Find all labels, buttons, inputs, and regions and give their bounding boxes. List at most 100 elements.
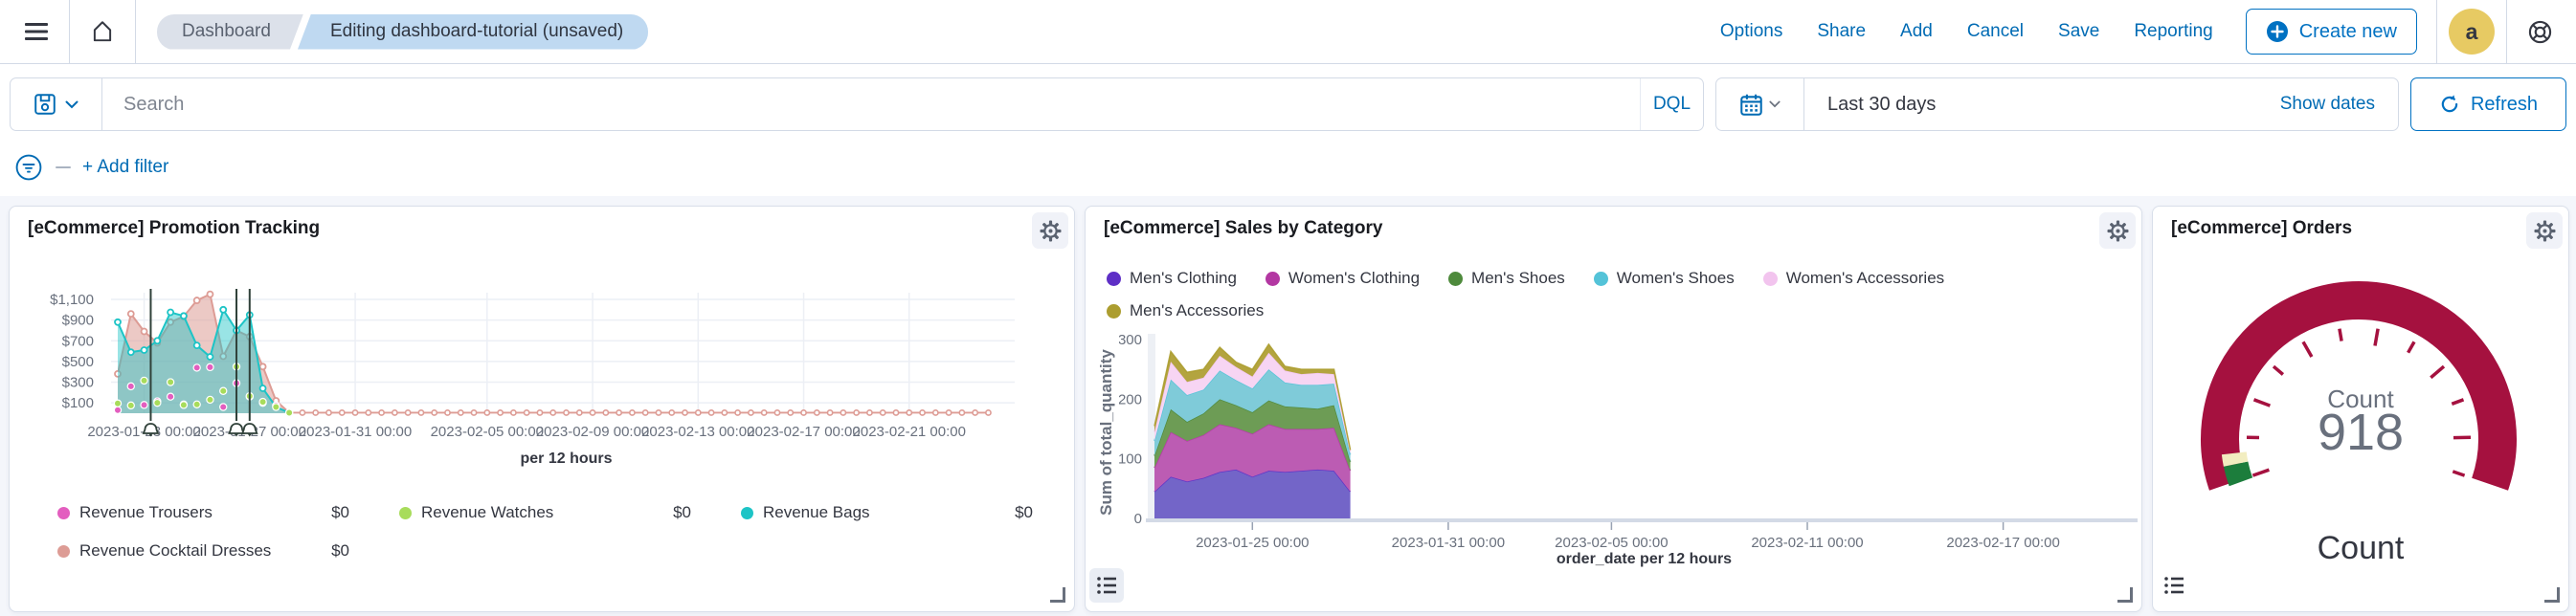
gear-icon [1040, 220, 1062, 242]
legend-dot [741, 507, 753, 519]
legend-toggle-button[interactable] [2157, 568, 2191, 603]
create-new-label: Create new [2299, 21, 2397, 43]
avatar[interactable]: a [2449, 9, 2495, 55]
legend-label: Women's Accessories [1786, 269, 1944, 288]
hamburger-icon [24, 21, 49, 42]
panel-promotion-tracking: [eCommerce] Promotion Tracking $100$300$… [9, 206, 1075, 612]
gear-icon [2534, 220, 2556, 242]
legend-item-women-s-clothing[interactable]: Women's Clothing [1266, 262, 1420, 295]
chevron-down-icon [65, 100, 78, 109]
help-button[interactable] [2519, 11, 2561, 53]
divider [2436, 0, 2437, 63]
svg-text:2023-02-17 00:00: 2023-02-17 00:00 [1946, 535, 2059, 551]
divider [2506, 0, 2507, 63]
refresh-button[interactable]: Refresh [2410, 77, 2566, 131]
legend-label: Revenue Bags [763, 503, 870, 522]
legend-dot [1107, 304, 1121, 319]
legend-item-women-s-accessories[interactable]: Women's Accessories [1763, 262, 1944, 295]
show-dates-link[interactable]: Show dates [2280, 78, 2398, 130]
svg-text:$300: $300 [62, 375, 94, 391]
breadcrumb-dashboard[interactable]: Dashboard [157, 14, 303, 50]
top-nav-actions: Options Share Add Cancel Save Reporting [1720, 21, 2213, 42]
gauge-value: 918 [2153, 403, 2568, 462]
filter-in-circle-icon [15, 154, 42, 181]
svg-text:2023-02-09 00:00: 2023-02-09 00:00 [536, 424, 649, 440]
save-icon [34, 94, 56, 115]
legend-item-men-s-clothing[interactable]: Men's Clothing [1107, 262, 1237, 295]
help-life-ring-icon [2527, 19, 2553, 45]
legend-label: Men's Accessories [1130, 301, 1264, 320]
svg-text:0: 0 [1134, 511, 1142, 527]
filter-menu-button[interactable] [13, 152, 44, 183]
legend-label: Revenue Watches [421, 503, 553, 522]
filter-drag-dash [56, 166, 71, 168]
query-bar: DQL Last 30 days Show dates Refresh [10, 77, 2566, 131]
calendar-icon [1740, 94, 1762, 116]
panel-settings-button[interactable] [2099, 212, 2136, 249]
promotion-tracking-chart: $100$300$500$700$900$1,1002023-01-23 00:… [19, 281, 1058, 482]
legend-item-revenue-watches[interactable]: Revenue Watches $0 [399, 494, 741, 532]
legend-item-women-s-shoes[interactable]: Women's Shoes [1594, 262, 1735, 295]
breadcrumb-editing-dashboard[interactable]: Editing dashboard-tutorial (unsaved) [298, 14, 648, 50]
svg-text:2023-02-05 00:00: 2023-02-05 00:00 [1555, 535, 1668, 551]
panel-settings-button[interactable] [1032, 212, 1068, 249]
svg-text:order_date per 12 hours: order_date per 12 hours [1557, 551, 1732, 567]
legend-item-revenue-bags[interactable]: Revenue Bags$0 [741, 494, 1083, 532]
top-navigation-bar: Dashboard Editing dashboard-tutorial (un… [0, 0, 2576, 64]
saved-query-menu-button[interactable] [11, 78, 102, 130]
legend-value: $0 [673, 503, 691, 522]
resize-handle[interactable] [2544, 587, 2560, 603]
date-range-value[interactable]: Last 30 days [1804, 78, 2280, 130]
add-filter-link[interactable]: + Add filter [82, 157, 168, 178]
nav-link-add[interactable]: Add [1900, 21, 1933, 42]
sales-by-category-chart: 01002003002023-01-25 00:002023-01-31 00:… [1119, 326, 2139, 580]
divider [69, 0, 70, 63]
legend-item-revenue-cocktail-dresses[interactable]: Revenue Cocktail Dresses$0 [57, 532, 399, 570]
svg-text:per 12 hours: per 12 hours [520, 451, 612, 467]
legend-list-icon [1096, 575, 1117, 596]
legend-item-revenue-trousers[interactable]: Revenue Trousers$0 [57, 494, 399, 532]
search-input[interactable] [102, 78, 1640, 130]
query-language-button[interactable]: DQL [1640, 78, 1703, 130]
refresh-icon [2439, 94, 2460, 115]
legend-label: Men's Clothing [1130, 269, 1237, 288]
svg-text:2023-02-05 00:00: 2023-02-05 00:00 [431, 424, 544, 440]
resize-handle[interactable] [2117, 587, 2133, 603]
panel-sales-by-category: [eCommerce] Sales by Category Men's Clot… [1085, 206, 2142, 612]
legend-item-men-s-shoes[interactable]: Men's Shoes [1448, 262, 1565, 295]
svg-text:100: 100 [1119, 451, 1142, 468]
svg-text:$900: $900 [62, 313, 94, 329]
svg-text:$700: $700 [62, 333, 94, 349]
home-icon [90, 19, 115, 44]
date-picker: Last 30 days Show dates [1715, 77, 2399, 131]
kibana-dashboard-app: Dashboard Editing dashboard-tutorial (un… [0, 0, 2576, 616]
panel-title: [eCommerce] Sales by Category [1104, 218, 1382, 239]
menu-button[interactable] [15, 11, 57, 53]
svg-text:2023-01-25 00:00: 2023-01-25 00:00 [1196, 535, 1309, 551]
nav-link-cancel[interactable]: Cancel [1967, 21, 2024, 42]
gauge-bottom-label: Count [2153, 530, 2568, 567]
panel-settings-button[interactable] [2526, 212, 2563, 249]
legend-list-icon [2163, 575, 2184, 596]
create-new-button[interactable]: Create new [2246, 9, 2417, 55]
breadcrumb: Dashboard Editing dashboard-tutorial (un… [157, 14, 648, 50]
svg-text:2023-02-13 00:00: 2023-02-13 00:00 [641, 424, 754, 440]
legend-dot [57, 507, 70, 519]
gear-icon [2107, 220, 2129, 242]
legend-label: Men's Shoes [1471, 269, 1565, 288]
svg-text:2023-02-21 00:00: 2023-02-21 00:00 [853, 424, 966, 440]
svg-text:2023-01-31 00:00: 2023-01-31 00:00 [1392, 535, 1505, 551]
nav-link-share[interactable]: Share [1817, 21, 1866, 42]
nav-link-reporting[interactable]: Reporting [2134, 21, 2212, 42]
legend-toggle-button[interactable] [1089, 568, 1124, 603]
date-quick-select-button[interactable] [1716, 78, 1804, 130]
svg-text:$100: $100 [62, 395, 94, 411]
nav-link-save[interactable]: Save [2058, 21, 2099, 42]
legend-item-men-s-accessories[interactable]: Men's Accessories [1107, 295, 1264, 327]
nav-link-options[interactable]: Options [1720, 21, 1782, 42]
divider [135, 0, 136, 63]
home-button[interactable] [81, 11, 123, 53]
panel-orders: [eCommerce] Orders Count 918 Count [2152, 206, 2569, 612]
resize-handle[interactable] [1050, 587, 1065, 603]
svg-text:$1,100: $1,100 [50, 292, 94, 308]
